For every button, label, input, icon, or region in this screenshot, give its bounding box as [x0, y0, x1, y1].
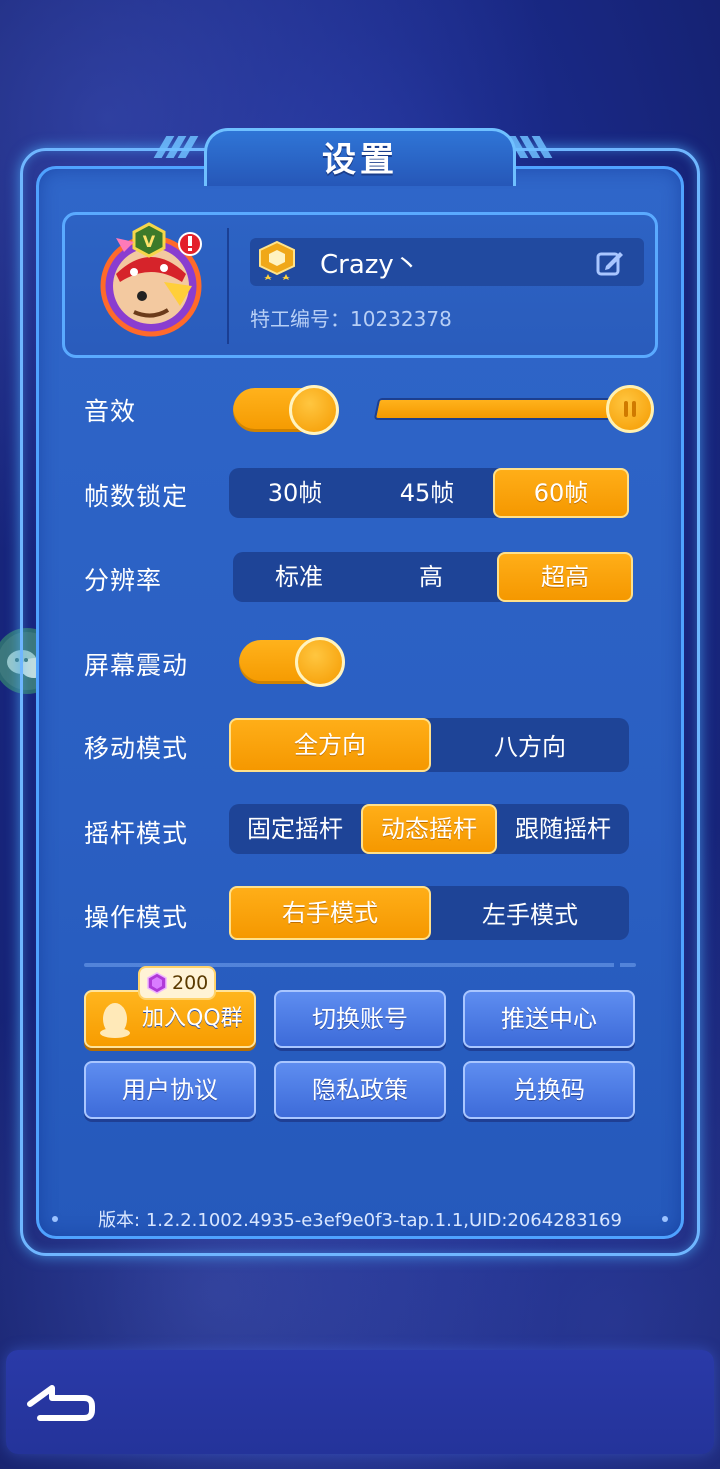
version-text: 版本: 1.2.2.1002.4935-e3ef9e0f3-tap.1.1,UI…: [98, 1210, 622, 1231]
switch-account-button[interactable]: 切换账号: [274, 990, 446, 1048]
resolution-option-standard[interactable]: 标准: [233, 552, 365, 602]
user-agreement-button[interactable]: 用户协议: [84, 1061, 256, 1119]
name-bar: [250, 238, 644, 286]
avatar[interactable]: V: [94, 222, 212, 340]
edit-name-icon[interactable]: [596, 248, 624, 276]
title-deco-right: [507, 136, 560, 158]
resolution-option-high[interactable]: 高: [365, 552, 497, 602]
control-mode-segment: 右手模式 左手模式: [229, 886, 629, 940]
volume-slider-track[interactable]: [373, 398, 637, 420]
toggle-knob: [289, 385, 339, 435]
vibration-toggle[interactable]: [239, 637, 345, 687]
agent-id: 特工编号：10232378: [250, 307, 452, 331]
fps-label: 帧数锁定: [84, 482, 189, 511]
gem-icon: [146, 972, 168, 994]
move-mode-segment: 全方向 八方向: [229, 718, 629, 772]
control-option-left[interactable]: 左手模式: [431, 886, 629, 940]
bottom-bar: [6, 1350, 714, 1454]
profile-divider: [227, 228, 229, 344]
qq-penguin-icon: [98, 999, 132, 1039]
joystick-option-fixed[interactable]: 固定摇杆: [229, 804, 361, 854]
joystick-option-follow[interactable]: 跟随摇杆: [497, 804, 629, 854]
fps-option-30[interactable]: 30帧: [229, 468, 361, 518]
rank-badge-icon: [254, 240, 300, 284]
joystick-mode-segment: 固定摇杆 动态摇杆 跟随摇杆: [229, 804, 629, 854]
push-center-button[interactable]: 推送中心: [463, 990, 635, 1048]
joystick-option-dynamic[interactable]: 动态摇杆: [361, 804, 497, 854]
sound-label: 音效: [84, 397, 137, 426]
move-option-eight[interactable]: 八方向: [431, 718, 629, 772]
control-option-right[interactable]: 右手模式: [229, 886, 431, 940]
sound-toggle[interactable]: [233, 385, 339, 435]
redeem-code-button[interactable]: 兑换码: [463, 1061, 635, 1119]
joystick-mode-label: 摇杆模式: [84, 819, 189, 848]
vibration-label: 屏幕震动: [84, 651, 189, 680]
fps-option-60[interactable]: 60帧: [493, 468, 629, 518]
resolution-label: 分辨率: [84, 566, 163, 595]
avatar-level-badge: V: [143, 232, 156, 251]
toggle-knob: [295, 637, 345, 687]
fps-segment: 30帧 45帧 60帧: [229, 468, 629, 518]
move-mode-label: 移动模式: [84, 734, 189, 763]
page-title: 设置: [204, 128, 516, 186]
move-option-omni[interactable]: 全方向: [229, 718, 431, 772]
title-deco-left: [153, 136, 206, 158]
privacy-policy-button[interactable]: 隐私政策: [274, 1061, 446, 1119]
back-icon[interactable]: [26, 1384, 96, 1424]
control-mode-label: 操作模式: [84, 903, 189, 932]
player-name: Crazy丶: [320, 250, 420, 280]
volume-slider-thumb[interactable]: [606, 385, 654, 433]
fps-option-45[interactable]: 45帧: [361, 468, 493, 518]
resolution-option-ultra[interactable]: 超高: [497, 552, 633, 602]
resolution-segment: 标准 高 超高: [233, 552, 633, 602]
